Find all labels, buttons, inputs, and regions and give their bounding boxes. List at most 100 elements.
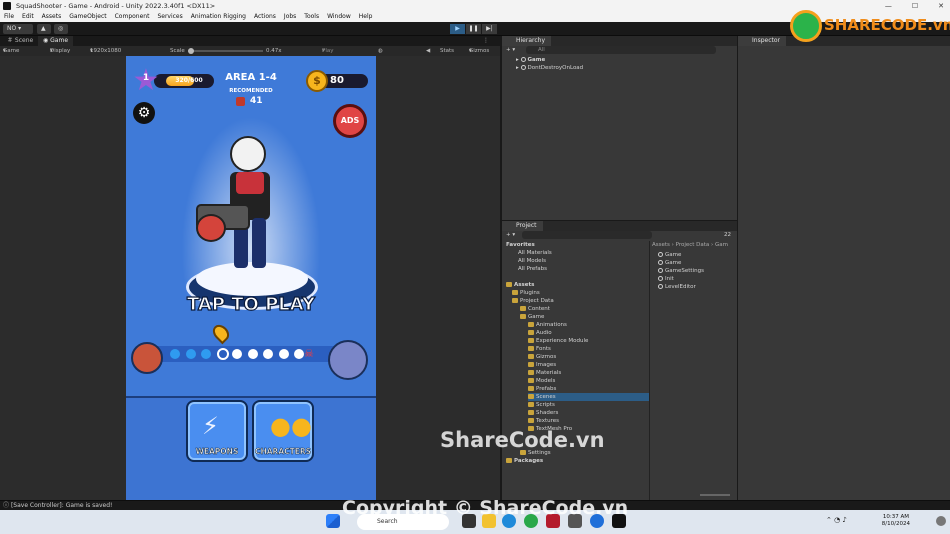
- menu-actions[interactable]: Actions: [254, 12, 276, 22]
- tab-project[interactable]: Project: [502, 221, 543, 231]
- tab-game[interactable]: ◉ Game: [38, 36, 74, 46]
- scale-value: 0.47x: [266, 48, 282, 54]
- project-folder-audio[interactable]: Audio: [528, 329, 552, 337]
- project-file[interactable]: LevelEditor: [658, 283, 696, 291]
- project-folder-images[interactable]: Images: [528, 361, 556, 369]
- favorite-item[interactable]: All Models: [518, 257, 546, 265]
- no-ads-button[interactable]: ADS: [333, 104, 367, 138]
- favorite-item[interactable]: All Prefabs: [518, 265, 547, 273]
- pause-button[interactable]: ❚❚: [466, 24, 481, 34]
- project-folder-fonts[interactable]: Fonts: [528, 345, 551, 353]
- asset-count: 22: [724, 232, 731, 238]
- collab-icon[interactable]: ◎: [54, 24, 68, 34]
- menu-file[interactable]: File: [4, 12, 14, 22]
- favorites-header[interactable]: Favorites: [506, 241, 535, 249]
- project-file[interactable]: Init: [658, 275, 674, 283]
- system-tray-icons[interactable]: ⌃ ◔ ♪: [826, 516, 847, 524]
- mute-icon[interactable]: ◍: [378, 46, 383, 56]
- clock-time: 10:37 AM: [882, 514, 909, 520]
- project-folder-game[interactable]: Game: [520, 313, 544, 321]
- project-divider: [649, 241, 650, 500]
- hierarchy-item-dontdestroy[interactable]: ▸ DontDestroyOnLoad: [516, 64, 583, 72]
- menu-assets[interactable]: Assets: [42, 12, 62, 22]
- status-message[interactable]: [Save Controller]: Game is saved!: [11, 502, 113, 509]
- character-head: [230, 136, 266, 172]
- scale-slider-handle[interactable]: [188, 48, 194, 54]
- menu-help[interactable]: Help: [359, 12, 373, 22]
- project-file[interactable]: GameSettings: [658, 267, 704, 275]
- stage-slot: [247, 349, 258, 359]
- tab-menu-icon[interactable]: ⋮: [478, 36, 494, 46]
- location-pin-icon: [209, 321, 233, 345]
- hierarchy-search-input[interactable]: All: [526, 46, 716, 54]
- project-folder-animations[interactable]: Animations: [528, 321, 567, 329]
- watermark-copyright: Copyright © ShareCode.vn: [342, 497, 629, 519]
- audio-icon[interactable]: ◀: [426, 46, 430, 56]
- cloud-icon[interactable]: ▲: [37, 24, 51, 34]
- stage-slot: [278, 349, 289, 359]
- project-add-button[interactable]: + ▾: [506, 231, 515, 239]
- tap-to-play-label[interactable]: TAP TO PLAY: [126, 293, 376, 315]
- menu-component[interactable]: Component: [115, 12, 150, 22]
- tab-hierarchy[interactable]: Hierarchy: [502, 36, 552, 46]
- project-file[interactable]: Game: [658, 259, 681, 267]
- project-folder-project-data[interactable]: Project Data: [512, 297, 554, 305]
- favorite-item[interactable]: All Materials: [518, 249, 552, 257]
- scale-slider[interactable]: [188, 50, 263, 52]
- hierarchy-add-button[interactable]: + ▾: [506, 46, 515, 54]
- resolution-dropdown[interactable]: 1920x1080 Portrait ▾: [90, 46, 121, 64]
- tab-inspector[interactable]: Inspector: [738, 36, 786, 46]
- windows-start-icon[interactable]: [326, 514, 340, 528]
- play-focused-dropdown[interactable]: Play Focused ▾: [322, 46, 345, 64]
- display-dropdown[interactable]: Display 1 ▾: [50, 46, 70, 64]
- menu-gameobject[interactable]: GameObject: [69, 12, 106, 22]
- project-search-input[interactable]: [522, 231, 652, 239]
- menu-window[interactable]: Window: [327, 12, 351, 22]
- weapons-button[interactable]: ⚡ WEAPONS: [186, 400, 248, 462]
- hierarchy-item-game[interactable]: ▸ Game: [516, 56, 545, 64]
- gizmos-dropdown[interactable]: Gizmos ▾: [469, 46, 489, 56]
- packages-header[interactable]: Packages: [506, 457, 543, 465]
- taskbar-clock[interactable]: 10:37 AM 8/10/2024: [882, 514, 910, 528]
- game-screen[interactable]: 320/600 ★ 1 AREA 1-4 RECOMENDED 41 $ 80 …: [126, 56, 376, 500]
- folder-icon: [528, 370, 534, 375]
- project-folder-scripts[interactable]: Scripts: [528, 401, 555, 409]
- folder-icon: [528, 418, 534, 423]
- project-folder-textures[interactable]: Textures: [528, 417, 559, 425]
- coin-count: 80: [330, 75, 344, 86]
- menu-edit[interactable]: Edit: [22, 12, 34, 22]
- play-button[interactable]: ▶: [450, 24, 465, 34]
- play-controls: ▶ ❚❚ ▶|: [450, 24, 497, 34]
- icon-size-slider[interactable]: [700, 494, 730, 496]
- game-mode-dropdown[interactable]: Game ▾: [3, 46, 19, 56]
- project-folder-scenes[interactable]: Scenes: [528, 393, 649, 401]
- project-folder-shaders[interactable]: Shaders: [528, 409, 558, 417]
- user-avatar[interactable]: [936, 516, 946, 526]
- project-folder-plugins[interactable]: Plugins: [512, 289, 540, 297]
- project-folder-experience-module[interactable]: Experience Module: [528, 337, 588, 345]
- project-file[interactable]: Game: [658, 251, 681, 259]
- step-button[interactable]: ▶|: [482, 24, 497, 34]
- stats-button[interactable]: Stats: [440, 46, 454, 56]
- asset-icon: [658, 252, 663, 257]
- characters-button[interactable]: ●● CHARACTERS: [252, 400, 314, 462]
- project-folder-content[interactable]: Content: [520, 305, 550, 313]
- project-folder-prefabs[interactable]: Prefabs: [528, 385, 556, 393]
- menu-tools[interactable]: Tools: [304, 12, 319, 22]
- assets-header[interactable]: Assets: [506, 281, 534, 289]
- menu-services[interactable]: Services: [157, 12, 182, 22]
- characters-icon: ●●: [270, 412, 312, 440]
- menu-animation-rigging[interactable]: Animation Rigging: [191, 12, 246, 22]
- tab-scene[interactable]: ＃ Scene: [2, 36, 38, 46]
- project-folder-gizmos[interactable]: Gizmos: [528, 353, 556, 361]
- menu-jobs[interactable]: Jobs: [284, 12, 296, 22]
- settings-gear-icon[interactable]: ⚙: [133, 102, 155, 124]
- project-folder-models[interactable]: Models: [528, 377, 555, 385]
- folder-icon: [528, 378, 534, 383]
- project-folder-materials[interactable]: Materials: [528, 369, 561, 377]
- pedestal-top: [196, 262, 308, 296]
- account-dropdown[interactable]: NO ▾: [3, 24, 33, 34]
- hierarchy-panel: Hierarchy + ▾ All ▸ Game ▸ DontDestroyOn…: [502, 36, 737, 220]
- dollar-coin-icon: $: [306, 70, 328, 92]
- stage-slot: [185, 349, 196, 359]
